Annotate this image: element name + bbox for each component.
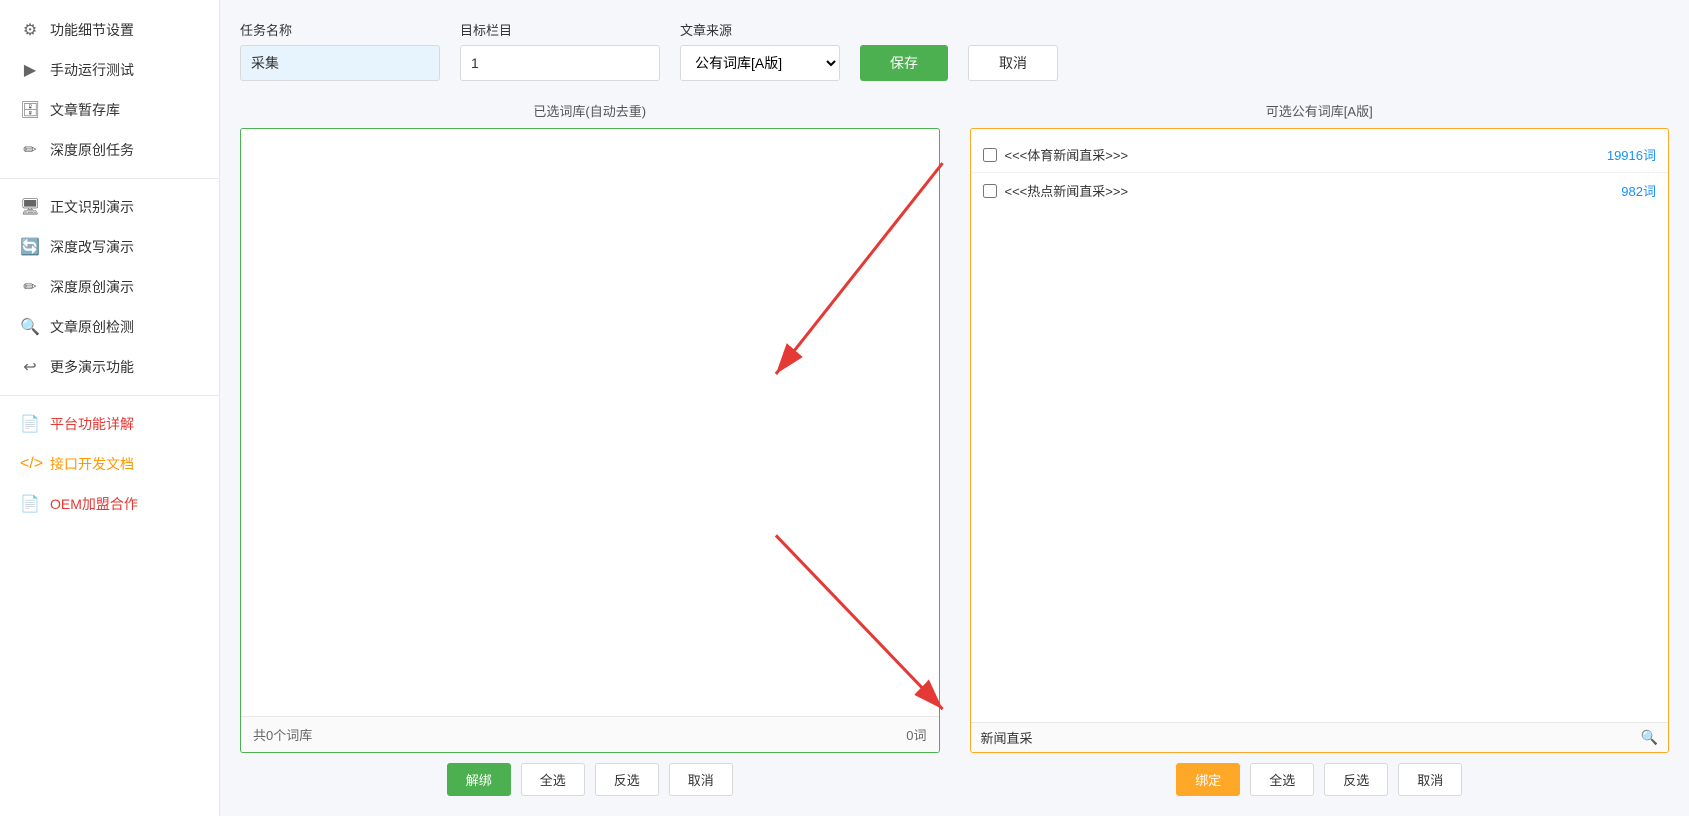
sidebar-divider-2 (0, 395, 219, 396)
right-select-all-button[interactable]: 全选 (1250, 763, 1314, 796)
arrow-icon: ↩ (20, 357, 40, 377)
right-item-checkbox-0[interactable] (983, 148, 997, 162)
right-panel-title: 可选公有词库[A版] (970, 101, 1670, 120)
play-icon: ▶ (20, 60, 40, 80)
sidebar-item-manual-run[interactable]: ▶ 手动运行测试 (0, 50, 219, 90)
left-panel-title: 已选词库(自动去重) (240, 101, 940, 120)
sidebar-item-label: 功能细节设置 (50, 20, 134, 40)
left-panel-words: 0词 (906, 725, 926, 744)
target-col-input[interactable] (460, 45, 660, 81)
sidebar-item-api-docs[interactable]: </> 接口开发文档 (0, 444, 219, 484)
right-action-row: 绑定 全选 反选 取消 (970, 763, 1670, 796)
sidebar-item-label: 深度改写演示 (50, 237, 134, 257)
right-item-1: <<<热点新闻直采>>> 982词 (971, 173, 1669, 208)
right-item-0: <<<体育新闻直采>>> 19916词 (971, 137, 1669, 173)
article-source-select[interactable]: 公有词库[A版] 私有词库 共享词库 (680, 45, 840, 81)
task-name-group: 任务名称 (240, 20, 440, 81)
target-col-label: 目标栏目 (460, 20, 660, 39)
task-name-input[interactable] (240, 45, 440, 81)
document2-icon: 📄 (20, 494, 40, 514)
main-content: 任务名称 目标栏目 文章来源 公有词库[A版] 私有词库 共享词库 保存 取消 … (220, 0, 1689, 816)
sidebar-item-label: 正文识别演示 (50, 197, 134, 217)
left-panel-count: 共0个词库 (253, 725, 312, 744)
sidebar-item-platform-detail[interactable]: 📄 平台功能详解 (0, 404, 219, 444)
left-panel-content (241, 129, 939, 716)
cancel-top-button[interactable]: 取消 (968, 45, 1058, 81)
sidebar-item-label: 更多演示功能 (50, 357, 134, 377)
sidebar-item-feature-settings[interactable]: ⚙ 功能细节设置 (0, 10, 219, 50)
right-panel-search-footer: 🔍 (971, 722, 1669, 752)
pencil-icon: ✏ (20, 277, 40, 297)
sidebar-item-oem[interactable]: 📄 OEM加盟合作 (0, 484, 219, 524)
sidebar-item-label: 深度原创任务 (50, 140, 134, 160)
sidebar-divider-1 (0, 178, 219, 179)
sidebar-item-label: OEM加盟合作 (50, 494, 138, 514)
sidebar: ⚙ 功能细节设置 ▶ 手动运行测试 🗄 文章暂存库 ✏ 深度原创任务 🖥 正文识… (0, 0, 220, 816)
form-row: 任务名称 目标栏目 文章来源 公有词库[A版] 私有词库 共享词库 保存 取消 (240, 20, 1669, 81)
sidebar-item-deep-original-task[interactable]: ✏ 深度原创任务 (0, 130, 219, 170)
task-name-label: 任务名称 (240, 20, 440, 39)
document-icon: 📄 (20, 414, 40, 434)
right-panel: 可选公有词库[A版] <<<体育新闻直采>>> 19916词 <<<热点新闻直采… (970, 101, 1670, 796)
left-panel-box: 共0个词库 0词 (240, 128, 940, 753)
sidebar-item-label: 文章暂存库 (50, 100, 120, 120)
left-invert-button[interactable]: 反选 (595, 763, 659, 796)
bind-button[interactable]: 绑定 (1176, 763, 1240, 796)
right-item-name-0: <<<体育新闻直采>>> (1005, 145, 1599, 164)
sidebar-item-label: 手动运行测试 (50, 60, 134, 80)
search-icon[interactable]: 🔍 (1641, 729, 1658, 746)
sidebar-item-label: 接口开发文档 (50, 454, 134, 474)
right-panel-box: <<<体育新闻直采>>> 19916词 <<<热点新闻直采>>> 982词 🔍 (970, 128, 1670, 753)
right-item-checkbox-1[interactable] (983, 184, 997, 198)
monitor-icon: 🖥 (20, 197, 40, 217)
right-item-name-1: <<<热点新闻直采>>> (1005, 181, 1614, 200)
edit-icon: ✏ (20, 140, 40, 160)
right-panel-content: <<<体育新闻直采>>> 19916词 <<<热点新闻直采>>> 982词 (971, 129, 1669, 722)
sidebar-item-label: 文章原创检测 (50, 317, 134, 337)
sidebar-item-article-draft[interactable]: 🗄 文章暂存库 (0, 90, 219, 130)
left-panel: 已选词库(自动去重) 共0个词库 0词 解绑 全选 反选 取消 (240, 101, 940, 796)
left-cancel-button[interactable]: 取消 (669, 763, 733, 796)
right-panel-search-input[interactable] (981, 730, 1641, 745)
article-source-label: 文章来源 (680, 20, 840, 39)
unbind-button[interactable]: 解绑 (447, 763, 511, 796)
sidebar-item-deep-rewrite[interactable]: 🔄 深度改写演示 (0, 227, 219, 267)
article-source-group: 文章来源 公有词库[A版] 私有词库 共享词库 (680, 20, 840, 81)
left-select-all-button[interactable]: 全选 (521, 763, 585, 796)
database-icon: 🗄 (20, 100, 40, 120)
save-button[interactable]: 保存 (860, 45, 948, 81)
gear-icon: ⚙ (20, 20, 40, 40)
target-col-group: 目标栏目 (460, 20, 660, 81)
panels-container: 已选词库(自动去重) 共0个词库 0词 解绑 全选 反选 取消 可选公有词库[A… (240, 101, 1669, 796)
sidebar-item-text-recognition[interactable]: 🖥 正文识别演示 (0, 187, 219, 227)
sidebar-item-article-check[interactable]: 🔍 文章原创检测 (0, 307, 219, 347)
left-action-row: 解绑 全选 反选 取消 (240, 763, 940, 796)
sidebar-item-label: 平台功能详解 (50, 414, 134, 434)
right-item-count-0: 19916词 (1607, 145, 1656, 164)
sidebar-item-more-demo[interactable]: ↩ 更多演示功能 (0, 347, 219, 387)
code-icon: </> (20, 455, 40, 473)
sidebar-item-deep-original-demo[interactable]: ✏ 深度原创演示 (0, 267, 219, 307)
search-icon: 🔍 (20, 317, 40, 337)
left-panel-footer: 共0个词库 0词 (241, 716, 939, 752)
sidebar-item-label: 深度原创演示 (50, 277, 134, 297)
right-cancel-button[interactable]: 取消 (1398, 763, 1462, 796)
right-invert-button[interactable]: 反选 (1324, 763, 1388, 796)
refresh-icon: 🔄 (20, 237, 40, 257)
right-item-count-1: 982词 (1621, 181, 1656, 200)
